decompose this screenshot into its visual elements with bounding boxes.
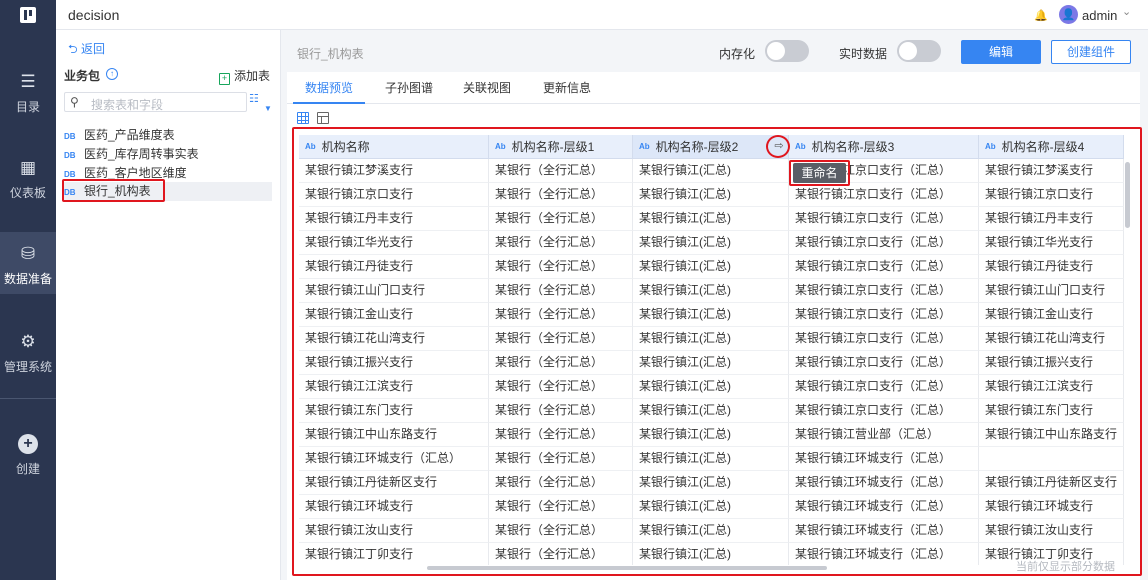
back-link[interactable]: ⮌ 返回	[68, 40, 105, 61]
user-name[interactable]: admin	[1082, 8, 1117, 23]
table-name: 医药_客户地区维度	[84, 166, 187, 180]
table-name: 医药_产品维度表	[84, 128, 175, 142]
add-table-label: 添加表	[234, 69, 271, 83]
rename-menu-item[interactable]: 重命名	[793, 163, 846, 183]
main-nav: ☰ 目录 ▦ 仪表板 ⛁ 数据准备 ⚙ 管理系统 + 创建	[0, 30, 56, 580]
table-list-item[interactable]: DB 医药_产品维度表	[64, 126, 272, 145]
chevron-down-icon[interactable]: ⌄	[1122, 5, 1131, 18]
app-title: decision	[68, 7, 120, 23]
nav-item-label: 目录	[15, 100, 40, 114]
nav-item-label: 创建	[15, 462, 40, 476]
add-table-icon: +	[219, 73, 230, 85]
search-icon: ⚲	[70, 95, 79, 109]
nav-item-data-prep[interactable]: ⛁ 数据准备	[0, 232, 56, 294]
nav-item-catalog[interactable]: ☰ 目录	[0, 60, 56, 122]
nav-item-label: 数据准备	[3, 272, 52, 286]
breadcrumb: 银行_机构表	[297, 47, 364, 61]
plus-icon: +	[18, 434, 38, 454]
package-title: 业务包	[64, 69, 101, 83]
memory-toggle[interactable]	[765, 40, 809, 62]
upload-icon[interactable]: ↑	[106, 68, 118, 80]
logo-icon	[20, 7, 36, 23]
nav-item-dashboard[interactable]: ▦ 仪表板	[0, 146, 56, 208]
top-bar: decision 🔔 👤 admin ⌄	[0, 0, 1148, 30]
highlight-box	[62, 179, 165, 202]
back-icon: ⮌	[68, 42, 78, 56]
nav-item-admin[interactable]: ⚙ 管理系统	[0, 320, 56, 382]
edit-button[interactable]: 编辑	[961, 40, 1041, 64]
highlight-box	[292, 127, 1142, 576]
tab-relation-view[interactable]: 关联视图	[451, 72, 523, 104]
caret-down-icon[interactable]: ▼	[264, 104, 272, 113]
nav-item-create[interactable]: + 创建	[0, 422, 56, 484]
list-icon: ☰	[20, 72, 36, 91]
tab-bar: 数据预览 子孙图谱 关联视图 更新信息	[287, 72, 1140, 104]
tab-lineage[interactable]: 子孙图谱	[373, 72, 445, 104]
realtime-toggle-label: 实时数据	[839, 47, 888, 61]
highlight-circle	[766, 135, 790, 158]
bell-icon[interactable]: 🔔	[1034, 9, 1048, 22]
database-table-icon: DB	[64, 132, 76, 141]
realtime-toggle[interactable]	[897, 40, 941, 62]
table-list-item[interactable]: DB 医药_库存周转事实表	[64, 145, 272, 164]
filter-icon[interactable]: ☷	[249, 92, 259, 105]
dashboard-icon: ▦	[19, 158, 37, 177]
app-logo[interactable]	[0, 0, 56, 30]
nav-item-label: 管理系统	[3, 360, 52, 374]
gear-icon: ⚙	[20, 332, 36, 351]
grid-view-icon[interactable]	[297, 112, 309, 124]
create-component-button[interactable]: 创建组件	[1051, 40, 1131, 64]
back-label: 返回	[80, 42, 105, 56]
search-input[interactable]: ⚲ 搜索表和字段	[64, 92, 247, 112]
memory-toggle-label: 内存化	[719, 47, 756, 61]
nav-divider	[0, 398, 56, 399]
tab-data-preview[interactable]: 数据预览	[293, 72, 366, 104]
avatar[interactable]: 👤	[1059, 5, 1078, 24]
form-view-icon[interactable]	[317, 112, 329, 124]
package-sidebar: ⮌ 返回 业务包 ↑ + 添加表 ⚲ 搜索表和字段 ☷ ▼ DB 医药_产品维度表 …	[56, 30, 281, 580]
database-table-icon: DB	[64, 170, 76, 179]
database-icon: ⛁	[20, 244, 36, 263]
add-table-button[interactable]: + 添加表	[219, 67, 270, 85]
search-placeholder: 搜索表和字段	[91, 98, 164, 112]
database-table-icon: DB	[64, 151, 76, 160]
table-name: 医药_库存周转事实表	[84, 147, 199, 161]
nav-item-label: 仪表板	[9, 186, 46, 200]
tab-update-info[interactable]: 更新信息	[531, 72, 603, 104]
